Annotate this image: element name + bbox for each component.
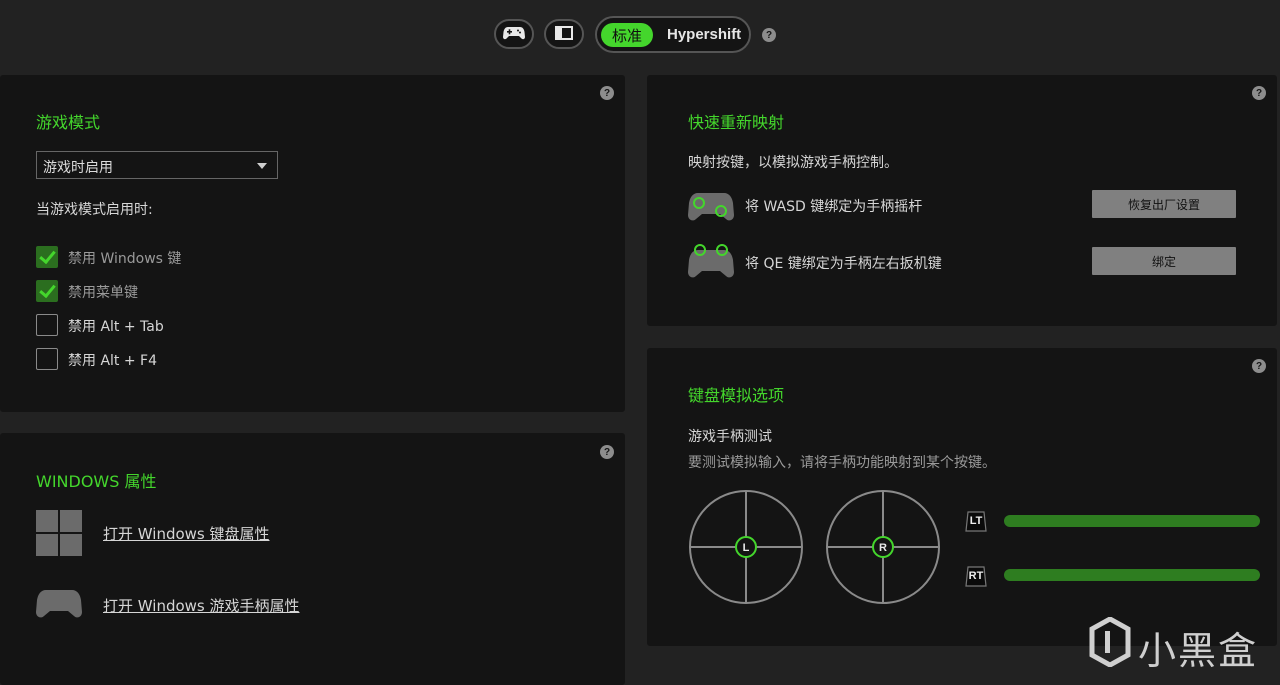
left-stick-label: L xyxy=(743,542,750,554)
mode-switch: 标准 Hypershift xyxy=(595,16,751,53)
right-stick-label: R xyxy=(879,542,887,554)
help-icon[interactable]: ? xyxy=(762,28,776,42)
gamepad-icon xyxy=(503,25,525,44)
right-stick-indicator: R xyxy=(825,489,941,609)
rt-label: RT xyxy=(968,570,984,582)
windows-logo-icon xyxy=(36,510,82,560)
windows-properties-title: WINDOWS 属性 xyxy=(36,472,157,491)
chevron-down-icon xyxy=(257,163,267,169)
quick-remap-title: 快速重新映射 xyxy=(688,113,785,132)
open-keyboard-properties-link[interactable]: 打开 Windows 键盘属性 xyxy=(103,523,270,544)
bind-button[interactable]: 绑定 xyxy=(1092,247,1236,275)
lt-trigger-icon: LT xyxy=(964,509,988,533)
gamepad-mode-button[interactable] xyxy=(494,19,534,49)
sidebar-panel-icon xyxy=(555,25,573,44)
disable-menu-key-checkbox[interactable] xyxy=(36,280,58,302)
rt-progress-bar xyxy=(1004,569,1260,581)
checkbox-label: 禁用菜单键 xyxy=(68,285,138,301)
disable-windows-key-checkbox[interactable] xyxy=(36,246,58,268)
when-enabled-label: 当游戏模式启用时: xyxy=(36,202,153,218)
game-mode-dropdown[interactable]: 游戏时启用 xyxy=(36,151,278,179)
keyboard-emulation-title: 键盘模拟选项 xyxy=(688,386,785,405)
quick-remap-description: 映射按键，以模拟游戏手柄控制。 xyxy=(688,155,898,171)
dropdown-value: 游戏时启用 xyxy=(43,160,113,176)
help-icon[interactable]: ? xyxy=(600,445,614,459)
disable-alt-f4-checkbox[interactable] xyxy=(36,348,58,370)
disable-alt-tab-checkbox[interactable] xyxy=(36,314,58,336)
factory-reset-button[interactable]: 恢复出厂设置 xyxy=(1092,190,1236,218)
checkbox-label: 禁用 Alt + F4 xyxy=(68,353,157,369)
gamepad-triggers-icon xyxy=(688,244,734,284)
top-toolbar: 标准 Hypershift ? xyxy=(0,0,1280,70)
gamepad-test-hint: 要测试模拟输入，请将手柄功能映射到某个按键。 xyxy=(688,455,996,471)
rt-trigger-icon: RT xyxy=(964,564,988,588)
mode-hypershift-tab[interactable]: Hypershift xyxy=(667,26,741,43)
watermark-text: 小黑盒 xyxy=(1138,629,1259,673)
lt-label: LT xyxy=(969,515,983,527)
help-icon[interactable]: ? xyxy=(600,86,614,100)
panel-layout-button[interactable] xyxy=(544,19,584,49)
left-stick-indicator: L xyxy=(688,489,804,609)
mode-standard-tab[interactable]: 标准 xyxy=(601,23,653,47)
gamepad-sticks-icon xyxy=(688,191,734,227)
help-icon[interactable]: ? xyxy=(1252,359,1266,373)
bind-qe-text: 将 QE 键绑定为手柄左右扳机键 xyxy=(745,256,942,272)
gamepad-icon xyxy=(36,588,82,624)
gamepad-test-title: 游戏手柄测试 xyxy=(688,429,772,445)
lt-progress-bar xyxy=(1004,515,1260,527)
help-icon[interactable]: ? xyxy=(1252,86,1266,100)
checkbox-label: 禁用 Windows 键 xyxy=(68,251,182,267)
checkbox-label: 禁用 Alt + Tab xyxy=(68,319,164,335)
game-mode-title: 游戏模式 xyxy=(36,113,101,132)
heybox-logo-icon xyxy=(1088,616,1132,671)
open-gamepad-properties-link[interactable]: 打开 Windows 游戏手柄属性 xyxy=(103,595,300,616)
bind-wasd-text: 将 WASD 键绑定为手柄摇杆 xyxy=(745,199,923,215)
